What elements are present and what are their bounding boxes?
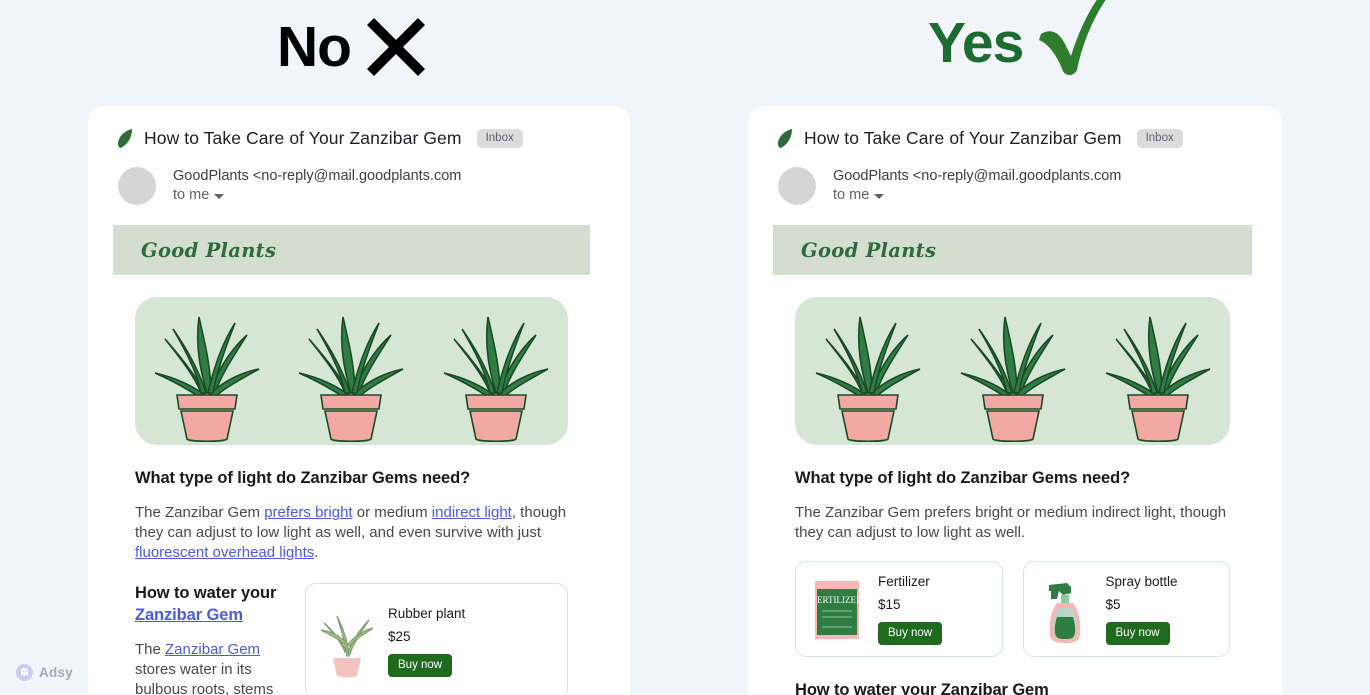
recipient-row[interactable]: to me (173, 187, 461, 203)
sender-address: GoodPlants <no-reply@mail.goodplants.com (833, 168, 1122, 184)
newsletter-sheet-good: What type of light do Zanzibar Gems need… (773, 275, 1252, 695)
buy-now-button[interactable]: Buy now (878, 622, 943, 645)
product-info: Spray bottle $5 Buy now (1105, 573, 1178, 645)
fertilizer-bag-icon: FERTILIZER (812, 581, 862, 640)
chevron-down-icon[interactable] (874, 193, 885, 199)
leaf-icon (778, 129, 792, 148)
email-card-bad: How to Take Care of Your Zanzibar Gem In… (88, 106, 630, 695)
product-row: FERTILIZER Fertilizer $15 Buy now Spray … (795, 561, 1230, 658)
zanzibar-gem-plant-icon (960, 316, 1065, 443)
svg-text:FERTILIZER: FERTILIZER (812, 595, 862, 605)
text-segment: or medium (352, 504, 432, 522)
email-card-good: How to Take Care of Your Zanzibar Gem In… (748, 106, 1282, 695)
link-prefers-bright[interactable]: prefers bright (264, 504, 352, 521)
mail-header-bad: How to Take Care of Your Zanzibar Gem In… (88, 106, 630, 205)
email-subject: How to Take Care of Your Zanzibar Gem (144, 128, 462, 148)
brand-logo-text: Good Plants (801, 239, 937, 262)
zanzibar-gem-plant-icon (815, 316, 920, 443)
buy-now-button[interactable]: Buy now (1105, 622, 1170, 645)
verdict-no: No (277, 16, 427, 78)
adsy-watermark-label: Adsy (39, 665, 73, 680)
sender-lines: GoodPlants <no-reply@mail.goodplants.com… (833, 166, 1121, 203)
rubber-plant-icon (320, 615, 374, 677)
newsletter-bad: Good Plants What type of light do Zanzib… (113, 225, 590, 695)
subject-row-bad: How to Take Care of Your Zanzibar Gem In… (118, 128, 606, 149)
newsletter-good: Good Plants What type of light do Zanzib… (773, 225, 1252, 695)
sender-lines: GoodPlants <no-reply@mail.goodplants.com… (173, 166, 461, 203)
product-info: Rubber plant $25 Buy now (388, 606, 466, 678)
recipient-row[interactable]: to me (833, 187, 1121, 203)
zanzibar-gem-plant-icon (299, 316, 404, 443)
buy-now-button[interactable]: Buy now (388, 654, 453, 678)
comparison-canvas: No Yes How to Take Care of Your Zanzibar… (0, 0, 1370, 695)
link-zanzibar-gem-body[interactable]: Zanzibar Gem (165, 641, 260, 658)
text-segment: The Zanzibar Gem (135, 504, 265, 522)
inbox-badge: Inbox (476, 128, 523, 149)
zanzibar-gem-plant-icon (1105, 316, 1210, 443)
section-heading-light: What type of light do Zanzibar Gems need… (795, 469, 1131, 487)
product-card-fertilizer[interactable]: FERTILIZER Fertilizer $15 Buy now (795, 561, 1003, 658)
leaf-icon (118, 129, 132, 148)
link-fluorescent-overhead-lights[interactable]: fluorescent overhead lights (135, 544, 314, 561)
product-name: Rubber plant (388, 606, 466, 622)
avatar (118, 167, 156, 205)
verdict-no-label: No (277, 14, 352, 79)
body-paragraph-light: The Zanzibar Gem prefers bright or mediu… (135, 503, 568, 563)
brand-logo-text: Good Plants (141, 239, 277, 262)
product-price: $15 (878, 597, 901, 612)
newsletter-sheet-bad: What type of light do Zanzibar Gems need… (113, 275, 590, 695)
zanzibar-gem-plant-icon (154, 316, 260, 443)
hero-banner (795, 297, 1230, 445)
text-segment: . (314, 544, 319, 562)
product-price: $5 (1105, 597, 1121, 612)
verdict-yes-label: Yes (928, 11, 1024, 75)
avatar (778, 167, 816, 205)
email-subject: How to Take Care of Your Zanzibar Gem (804, 128, 1122, 148)
link-indirect-light[interactable]: indirect light (432, 504, 512, 521)
product-name: Fertilizer (878, 573, 930, 589)
check-mark-icon (1039, 0, 1106, 75)
sender-row-good: GoodPlants <no-reply@mail.goodplants.com… (778, 166, 1258, 205)
inbox-badge: Inbox (1136, 128, 1183, 149)
adsy-logo-icon (16, 664, 33, 681)
spray-bottle-icon (1048, 583, 1080, 644)
section-heading-water: How to water your Zanzibar Gem (795, 681, 1049, 695)
product-info: Fertilizer $15 Buy now (878, 573, 943, 645)
recipient-label: to me (173, 187, 210, 204)
section-heading-water: How to water your Zanzibar Gem (135, 583, 287, 626)
text-segment: The (135, 641, 166, 659)
body-paragraph-water: The Zanzibar Gem stores water in its bul… (135, 640, 287, 695)
section-heading-light: What type of light do Zanzibar Gems need… (135, 469, 471, 487)
heading-plain-part: How to water your (135, 584, 277, 603)
split-text-column: How to water your Zanzibar Gem The Zanzi… (135, 583, 287, 695)
product-name: Spray bottle (1105, 573, 1178, 589)
zanzibar-gem-plant-icon (443, 316, 549, 443)
link-zanzibar-gem-heading[interactable]: Zanzibar Gem (135, 606, 243, 624)
split-block: How to water your Zanzibar Gem The Zanzi… (135, 583, 568, 695)
mail-header-good: How to Take Care of Your Zanzibar Gem In… (748, 106, 1282, 205)
recipient-label: to me (833, 187, 870, 204)
subject-row-good: How to Take Care of Your Zanzibar Gem In… (778, 128, 1258, 149)
product-card-spray-bottle[interactable]: Spray bottle $5 Buy now (1022, 561, 1230, 658)
adsy-watermark: Adsy (16, 664, 73, 681)
sender-address: GoodPlants <no-reply@mail.goodplants.com (173, 168, 462, 184)
text-segment: stores water in its bulbous roots, stems (135, 661, 274, 695)
hero-banner (135, 297, 568, 445)
product-price: $25 (388, 629, 411, 645)
verdict-yes: Yes (928, 0, 1117, 77)
product-card-rubber-plant[interactable]: Rubber plant $25 Buy now (305, 583, 568, 695)
sender-row-bad: GoodPlants <no-reply@mail.goodplants.com… (118, 166, 606, 205)
cross-mark-icon (366, 18, 425, 76)
chevron-down-icon[interactable] (214, 193, 225, 199)
body-paragraph-light: The Zanzibar Gem prefers bright or mediu… (795, 504, 1227, 542)
